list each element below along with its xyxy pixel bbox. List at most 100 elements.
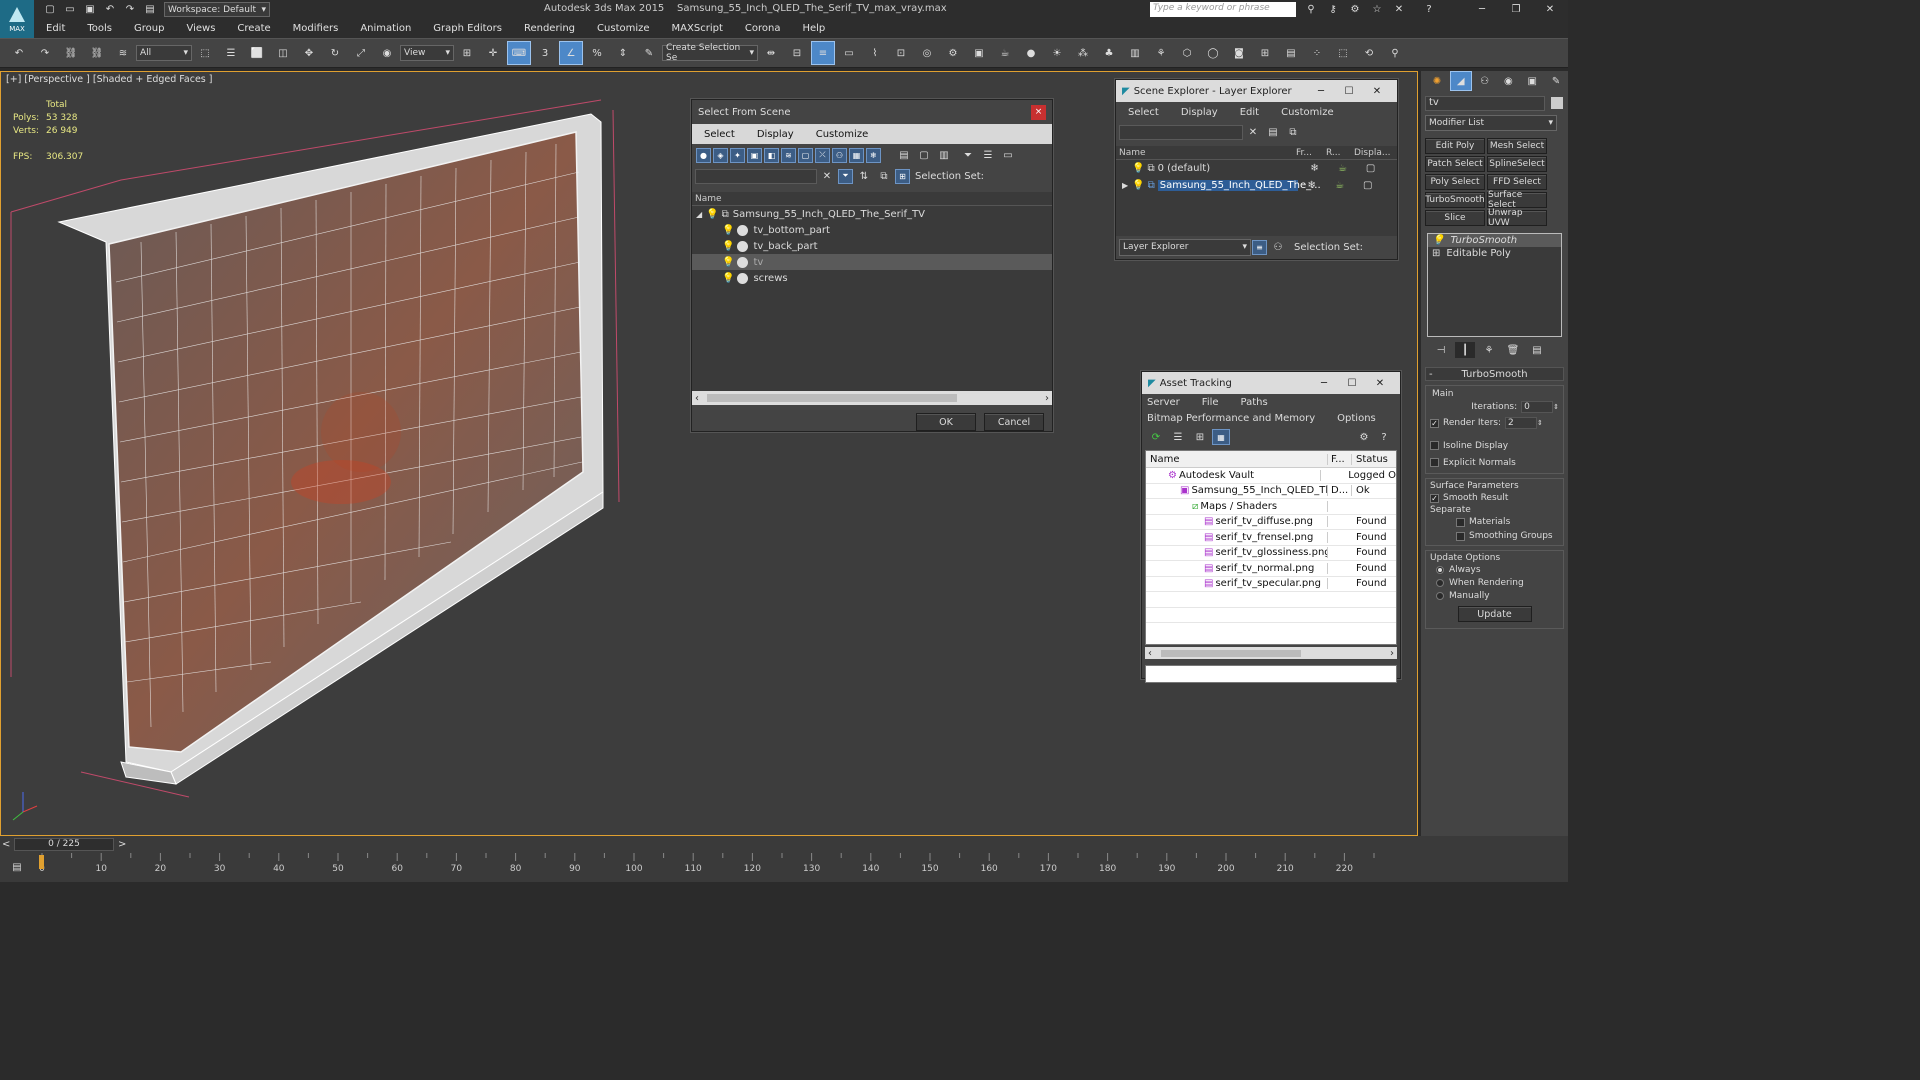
display-frozen-icon[interactable]: ❄ xyxy=(866,147,881,163)
menu-create[interactable]: Create xyxy=(237,23,270,34)
close-icon[interactable]: ✕ xyxy=(1366,378,1394,389)
display-helpers-icon[interactable]: ◧ xyxy=(764,147,779,163)
next-frame-icon[interactable]: > xyxy=(118,839,130,850)
at-col-full-path[interactable]: F... xyxy=(1328,453,1352,465)
at-menu-server[interactable]: Server xyxy=(1147,397,1180,408)
vfb-icon[interactable]: ⊞ xyxy=(1254,42,1276,64)
object-color-swatch[interactable] xyxy=(1551,97,1563,109)
render-setup-icon[interactable]: ⚙ xyxy=(942,42,964,64)
spinner-snap-icon[interactable]: ⇕ xyxy=(612,42,634,64)
menu-graph-editors[interactable]: Graph Editors xyxy=(433,23,502,34)
slice-button[interactable]: Slice xyxy=(1425,210,1485,226)
bulb-icon[interactable]: 💡 xyxy=(722,257,734,268)
minimize-icon[interactable]: ─ xyxy=(1307,86,1335,97)
sort-icon[interactable]: ⇅ xyxy=(856,168,872,184)
display-bones-icon[interactable]: ⚇ xyxy=(832,147,847,163)
render-icon[interactable]: ☕ xyxy=(1326,180,1354,191)
update-button[interactable]: Update xyxy=(1457,606,1532,622)
make-unique-icon[interactable]: ⚘ xyxy=(1479,342,1499,358)
select-object-icon[interactable]: ⬚ xyxy=(194,42,216,64)
display-icon[interactable]: ▢ xyxy=(1357,163,1385,174)
display-xrefs-icon[interactable]: ⤫ xyxy=(815,147,830,163)
rotate-icon[interactable]: ↻ xyxy=(324,42,346,64)
se-col-freeze[interactable]: Fr... xyxy=(1296,148,1326,158)
scroll-thumb[interactable] xyxy=(1161,649,1301,657)
materials-checkbox[interactable] xyxy=(1456,517,1465,527)
asset-row[interactable]: ▣Samsung_55_Inch_QLED_The...D... Ok xyxy=(1146,484,1396,499)
asset-path-field[interactable] xyxy=(1145,665,1397,683)
ffd-select-button[interactable]: FFD Select xyxy=(1487,174,1547,190)
layer-explorer-icon[interactable]: ≡ xyxy=(811,41,835,65)
ref-coord-dropdown[interactable]: View ▾ xyxy=(400,45,454,61)
render-production-icon[interactable]: ☕ xyxy=(994,42,1016,64)
clear-search-icon[interactable]: ✕ xyxy=(1245,124,1261,140)
bulb-icon[interactable]: 💡 xyxy=(706,209,718,220)
create-tab-icon[interactable]: ✺ xyxy=(1427,72,1447,90)
cancel-button[interactable]: Cancel xyxy=(984,413,1044,431)
unlink-icon[interactable]: ⛓ xyxy=(86,42,108,64)
menu-tools[interactable]: Tools xyxy=(87,23,112,34)
dialog-menu-customize[interactable]: Customize xyxy=(816,129,869,140)
smooth-result-checkbox[interactable]: ✓ xyxy=(1430,493,1439,503)
modify-tab-icon[interactable]: ◢ xyxy=(1449,71,1472,91)
list-item-root[interactable]: ◢ 💡 ⧉ Samsung_55_Inch_QLED_The_Serif_TV xyxy=(692,206,1052,222)
menu-maxscript[interactable]: MAXScript xyxy=(672,23,723,34)
project-folder-icon[interactable]: ▤ xyxy=(142,3,158,17)
patch-select-button[interactable]: Patch Select xyxy=(1425,156,1485,172)
asset-row[interactable]: ▤ serif_tv_glossiness.png Found xyxy=(1146,546,1396,561)
clear-search-icon[interactable]: ✕ xyxy=(819,168,835,184)
hierarchy-tab-icon[interactable]: ⚇ xyxy=(1475,72,1495,90)
menu-customize[interactable]: Customize xyxy=(597,23,650,34)
asset-row[interactable]: ▤ serif_tv_diffuse.png Found xyxy=(1146,515,1396,530)
align-icon[interactable]: ⊟ xyxy=(786,42,808,64)
iterations-spinner[interactable]: 0 xyxy=(1521,401,1554,413)
find-case-icon[interactable]: ⏷ xyxy=(838,168,853,184)
at-menu-bitmap[interactable]: Bitmap Performance and Memory xyxy=(1147,413,1315,424)
modifier-list-dropdown[interactable]: Modifier List ▾ xyxy=(1425,115,1557,131)
asset-row[interactable]: ▤ serif_tv_normal.png Found xyxy=(1146,561,1396,577)
display-geometry-icon[interactable]: ● xyxy=(696,147,711,163)
bulb-icon[interactable]: 💡 xyxy=(722,241,734,252)
display-shapes-icon[interactable]: ◈ xyxy=(713,147,728,163)
selection-filter-dropdown[interactable]: All ▾ xyxy=(136,45,192,61)
mesh-select-button[interactable]: Mesh Select xyxy=(1487,138,1547,154)
at-col-status[interactable]: Status xyxy=(1352,454,1388,465)
snaps-toggle-icon[interactable]: 3 xyxy=(534,42,556,64)
display-cameras-icon[interactable]: ▣ xyxy=(747,147,762,163)
undo-button-icon[interactable]: ↶ xyxy=(8,42,30,64)
keyboard-shortcut-override-icon[interactable]: ⌨ xyxy=(507,41,531,65)
render-iters-spinner[interactable]: 2 xyxy=(1505,417,1538,429)
list-item[interactable]: 💡 tv_bottom_part xyxy=(692,222,1052,238)
add-to-layer-icon[interactable]: ⧉ xyxy=(1285,124,1301,140)
spinner-arrows-icon[interactable]: ⇕ xyxy=(1537,419,1543,427)
display-lights-icon[interactable]: ✦ xyxy=(730,147,745,163)
sphere-icon[interactable]: ◯ xyxy=(1202,42,1224,64)
utilities-tab-icon[interactable]: ✎ xyxy=(1546,72,1566,90)
freeze-icon[interactable]: ❄ xyxy=(1298,180,1326,191)
turbosmooth-rollout-header[interactable]: - TurboSmooth xyxy=(1425,367,1564,381)
prev-frame-icon[interactable]: < xyxy=(2,839,14,850)
menu-help[interactable]: Help xyxy=(802,23,825,34)
region-icon[interactable]: ⬚ xyxy=(1332,42,1354,64)
asset-hscrollbar[interactable]: ‹ › xyxy=(1145,647,1397,659)
layer-row[interactable]: 💡 ⧉ 0 (default) ❄ ☕ ▢ xyxy=(1116,160,1397,177)
surface-select-button[interactable]: Surface Select xyxy=(1487,190,1547,210)
new-layer-icon[interactable]: ▤ xyxy=(1265,124,1281,140)
expand-triangle-icon[interactable]: ◢ xyxy=(696,210,702,219)
list-view-icon[interactable]: ☰ xyxy=(1169,429,1187,445)
se-menu-display[interactable]: Display xyxy=(1181,107,1218,118)
scroll-left-icon[interactable]: ‹ xyxy=(695,393,699,404)
menu-modifiers[interactable]: Modifiers xyxy=(293,23,339,34)
bulb-icon[interactable]: 💡 xyxy=(1432,235,1444,246)
se-menu-edit[interactable]: Edit xyxy=(1240,107,1259,118)
bulb-icon[interactable]: 💡 xyxy=(722,273,734,284)
dialog-menu-display[interactable]: Display xyxy=(757,129,794,140)
pivot-center-icon[interactable]: ⊞ xyxy=(456,42,478,64)
layer-row-selected[interactable]: ▶ 💡 ⧉ Samsung_55_Inch_QLED_The_... ❄ ☕ ▢ xyxy=(1116,177,1397,194)
place-icon[interactable]: ◉ xyxy=(376,42,398,64)
turbosmooth-button[interactable]: TurboSmooth xyxy=(1425,192,1485,208)
redo-button-icon[interactable]: ↷ xyxy=(34,42,56,64)
list-item[interactable]: 💡 screws xyxy=(692,270,1052,286)
filter-icon[interactable]: ⏷ xyxy=(960,147,976,163)
always-radio[interactable] xyxy=(1436,565,1444,574)
